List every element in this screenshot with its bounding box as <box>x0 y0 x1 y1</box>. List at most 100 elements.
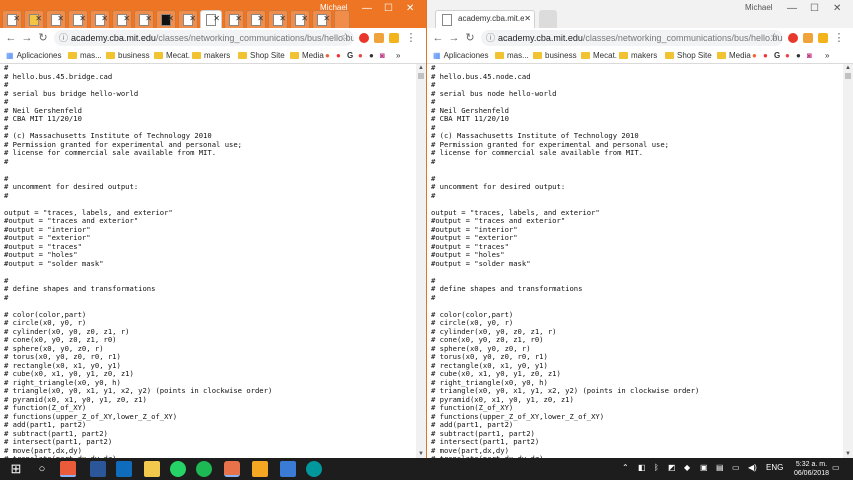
scroll-down-icon[interactable]: ▼ <box>418 451 424 457</box>
taskbar-app-icon[interactable] <box>252 461 268 477</box>
new-tab-button[interactable] <box>334 10 350 28</box>
tab[interactable]: ✕ <box>134 10 154 28</box>
bookmark-media[interactable]: Media <box>717 50 751 61</box>
extension-icon[interactable] <box>374 33 384 43</box>
tab[interactable]: ✕ <box>268 10 288 28</box>
bookmark-mecat[interactable]: Mecat. <box>154 50 190 61</box>
google-icon[interactable]: G <box>774 50 780 61</box>
star-icon[interactable]: ☆ <box>770 30 779 46</box>
close-tab-icon[interactable]: ✕ <box>167 14 174 24</box>
close-window-icon[interactable]: ✕ <box>406 4 414 14</box>
close-tab-icon[interactable]: ✕ <box>79 14 86 24</box>
tab[interactable]: ✕ <box>312 10 332 28</box>
close-tab-icon[interactable]: ✕ <box>123 14 130 24</box>
tray-app-icon[interactable]: ▤ <box>716 463 724 472</box>
bookmark-makers[interactable]: makers <box>619 50 657 61</box>
tab[interactable]: ✕ <box>224 10 244 28</box>
menu-icon[interactable]: ⋮ <box>832 31 846 45</box>
instagram-icon[interactable]: ◙ <box>807 50 812 61</box>
bookmark-makers[interactable]: makers <box>192 50 230 61</box>
bookmark-icon[interactable]: ● <box>369 50 374 61</box>
taskbar-app-icon[interactable] <box>60 461 76 477</box>
task-view-icon[interactable] <box>90 461 106 477</box>
tray-app-icon[interactable]: ◆ <box>684 463 690 472</box>
tab[interactable]: ✕ <box>112 10 132 28</box>
back-icon[interactable]: ← <box>431 31 445 45</box>
bookmark-apps[interactable]: ▦ Aplicaciones <box>433 50 488 61</box>
tab[interactable]: ✕ <box>290 10 310 28</box>
close-tab-icon[interactable]: ✕ <box>323 14 330 24</box>
forward-icon[interactable]: → <box>20 31 34 45</box>
close-tab-icon[interactable]: ✕ <box>279 14 286 24</box>
bookmarks-overflow-button[interactable]: » <box>396 50 400 61</box>
close-tab-icon[interactable]: ✕ <box>524 14 531 23</box>
active-tab[interactable]: academy.cba.mit.edu/cla ✕ <box>435 10 535 28</box>
close-tab-icon[interactable]: ✕ <box>13 14 20 24</box>
tab[interactable]: ✕ <box>90 10 110 28</box>
tab[interactable]: ✕ <box>156 10 176 28</box>
close-tab-icon[interactable]: ✕ <box>57 14 64 24</box>
bookmark-icon[interactable]: ● <box>796 50 801 61</box>
bookmark-icon[interactable]: ● <box>325 50 330 61</box>
bookmark-media[interactable]: Media <box>290 50 324 61</box>
tab[interactable]: ✕ <box>24 10 44 28</box>
tray-app-icon[interactable]: ◧ <box>638 463 646 472</box>
tab[interactable]: ✕ <box>2 10 22 28</box>
arduino-icon[interactable] <box>306 461 322 477</box>
vertical-scrollbar[interactable]: ▲ ▼ <box>416 64 426 458</box>
bookmark-shop-site[interactable]: Shop Site <box>665 50 712 61</box>
star-icon[interactable]: ☆ <box>341 30 350 46</box>
maximize-icon[interactable]: ☐ <box>384 4 393 14</box>
back-icon[interactable]: ← <box>4 31 18 45</box>
address-bar[interactable]: ⓘ academy.cba.mit.edu/classes/networking_… <box>481 30 783 46</box>
bookmark-icon[interactable]: ● <box>752 50 757 61</box>
extension-icon[interactable] <box>818 33 828 43</box>
whatsapp-icon[interactable] <box>170 461 186 477</box>
tab[interactable]: ✕ <box>246 10 266 28</box>
right-title-bar[interactable]: academy.cba.mit.edu/cla ✕ Michael — ☐ ✕ <box>427 0 853 28</box>
bookmark-icon[interactable]: ● <box>785 50 790 61</box>
bluetooth-icon[interactable]: ᛒ <box>654 463 659 472</box>
close-tab-icon[interactable]: ✕ <box>235 14 242 24</box>
tab[interactable]: ✕ <box>46 10 66 28</box>
profile-name[interactable]: Michael <box>320 3 348 12</box>
menu-icon[interactable]: ⋮ <box>404 31 418 45</box>
bookmark-apps[interactable]: ▦ Aplicaciones <box>6 50 61 61</box>
bookmark-icon[interactable]: ● <box>358 50 363 61</box>
profile-name[interactable]: Michael <box>745 3 773 12</box>
bookmark-icon[interactable]: ● <box>763 50 768 61</box>
close-tab-icon[interactable]: ✕ <box>101 14 108 24</box>
maximize-icon[interactable]: ☐ <box>810 4 819 14</box>
folder-icon[interactable] <box>144 461 160 477</box>
outlook-icon[interactable] <box>116 461 132 477</box>
search-icon[interactable]: ○ <box>34 461 50 477</box>
reload-icon[interactable]: ↻ <box>36 31 50 45</box>
notification-icon[interactable]: ▭ <box>832 463 840 472</box>
spotify-icon[interactable] <box>196 461 212 477</box>
instagram-icon[interactable]: ◙ <box>380 50 385 61</box>
tab[interactable]: ✕ <box>68 10 88 28</box>
tray-chevron-icon[interactable]: ⌃ <box>622 463 629 472</box>
bookmark-mecat[interactable]: Mecat. <box>581 50 617 61</box>
tab[interactable]: ✕ <box>178 10 198 28</box>
scroll-up-icon[interactable]: ▲ <box>845 65 851 71</box>
vertical-scrollbar[interactable]: ▲ ▼ <box>843 64 853 458</box>
scroll-up-icon[interactable]: ▲ <box>418 65 424 71</box>
close-tab-icon[interactable]: ✕ <box>145 14 152 24</box>
chrome-icon[interactable] <box>224 461 240 477</box>
left-title-bar[interactable]: ✕ ✕ ✕ ✕ ✕ ✕ ✕ ✕ ✕ ✕ ✕ ✕ ✕ ✕ ✕ Michael — … <box>0 0 426 28</box>
scroll-down-icon[interactable]: ▼ <box>845 451 851 457</box>
network-icon[interactable]: ▭ <box>732 463 740 472</box>
extension-icon[interactable] <box>803 33 813 43</box>
google-icon[interactable]: G <box>347 50 353 61</box>
bookmark-mas[interactable]: mas... <box>68 50 102 61</box>
speaker-icon[interactable]: ◀) <box>748 463 757 472</box>
close-tab-icon[interactable]: ✕ <box>213 14 220 23</box>
bookmark-mas[interactable]: mas... <box>495 50 529 61</box>
bookmark-business[interactable]: business <box>533 50 577 61</box>
close-tab-icon[interactable]: ✕ <box>257 14 264 24</box>
close-tab-icon[interactable]: ✕ <box>189 14 196 24</box>
extension-icon[interactable] <box>788 33 798 43</box>
extension-icon[interactable] <box>359 33 369 43</box>
scrollbar-thumb[interactable] <box>845 73 851 79</box>
